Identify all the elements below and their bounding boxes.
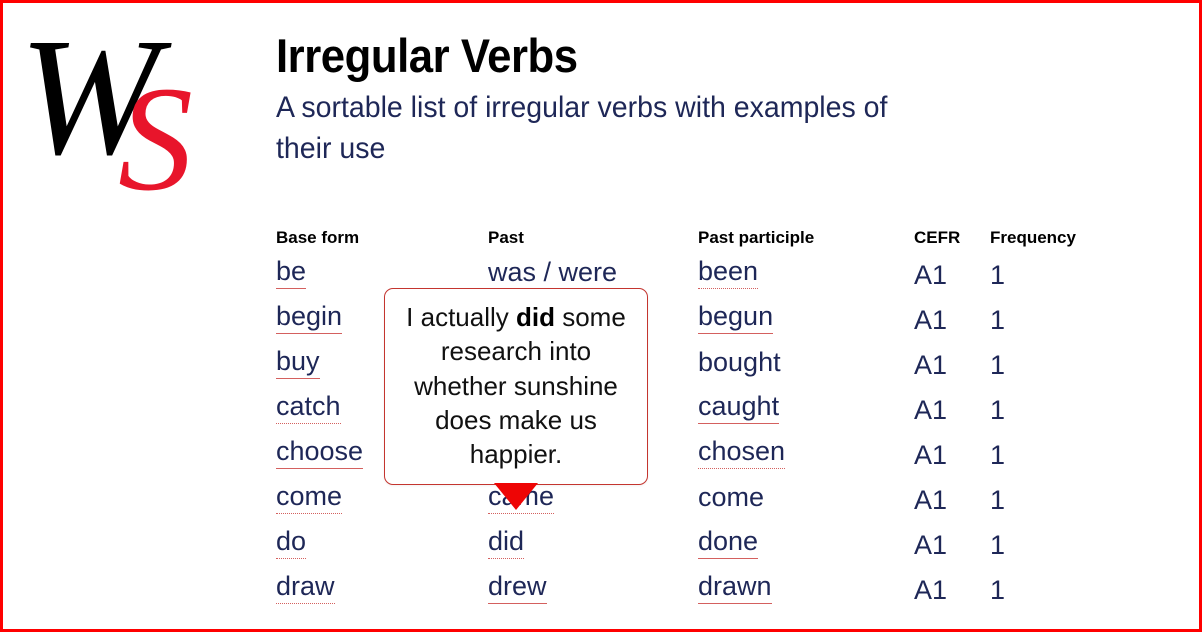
cell-frequency: 1 [990, 303, 1120, 348]
verb-link-base[interactable]: buy [276, 348, 320, 379]
tooltip-arrow-icon [494, 482, 538, 510]
verb-link-past-participle[interactable]: come [698, 484, 764, 514]
cell-frequency: 1 [990, 573, 1120, 618]
cell-frequency: 1 [990, 393, 1120, 438]
cefr-level: A1 [914, 395, 948, 425]
logo-letter-s: S [118, 56, 193, 201]
cell-frequency: 1 [990, 483, 1120, 528]
cell-cefr: A1 [914, 438, 990, 483]
cell-past-participle: done [698, 528, 914, 573]
example-tooltip: I actually did some research into whethe… [384, 288, 648, 510]
cell-cefr: A1 [914, 528, 990, 573]
table-row: come came come A1 1 [276, 483, 1120, 528]
verb-link-base[interactable]: do [276, 528, 307, 559]
verb-link-past-participle[interactable]: bought [698, 349, 781, 379]
cell-frequency: 1 [990, 438, 1120, 483]
verb-link-base[interactable]: choose [276, 438, 364, 469]
verb-link-past[interactable]: drew [488, 573, 547, 604]
cell-base-form: draw [276, 573, 488, 618]
cell-frequency: 1 [990, 528, 1120, 573]
frequency-value: 1 [990, 260, 1006, 290]
verb-link-base[interactable]: draw [276, 573, 335, 604]
cefr-level: A1 [914, 440, 948, 470]
verb-link-past-participle[interactable]: been [698, 258, 759, 289]
cefr-level: A1 [914, 260, 948, 290]
verb-link-past-participle[interactable]: caught [698, 393, 780, 424]
verb-link-base[interactable]: be [276, 258, 307, 289]
page-title: Irregular Verbs [276, 29, 578, 82]
cell-cefr: A1 [914, 393, 990, 438]
cell-cefr: A1 [914, 483, 990, 528]
table-row: draw drew drawn A1 1 [276, 573, 1120, 618]
verb-link-past-participle[interactable]: done [698, 528, 759, 559]
cefr-level: A1 [914, 305, 948, 335]
cell-past-participle: begun [698, 303, 914, 348]
frequency-value: 1 [990, 350, 1006, 380]
column-header-base-form[interactable]: Base form [276, 228, 488, 258]
cell-past-participle: drawn [698, 573, 914, 618]
cell-cefr: A1 [914, 258, 990, 303]
cefr-level: A1 [914, 350, 948, 380]
cell-frequency: 1 [990, 258, 1120, 303]
cefr-level: A1 [914, 530, 948, 560]
cell-past: drew [488, 573, 698, 618]
verb-link-past[interactable]: was / were [488, 259, 617, 289]
ws-logo[interactable]: W S [19, 4, 211, 222]
frequency-value: 1 [990, 485, 1006, 515]
cell-cefr: A1 [914, 348, 990, 393]
verb-link-past[interactable]: did [488, 528, 525, 559]
verb-link-past-participle[interactable]: drawn [698, 573, 772, 604]
verb-link-past-participle[interactable]: begun [698, 303, 774, 334]
ws-logo-svg: W S [19, 4, 193, 222]
verb-link-base[interactable]: come [276, 483, 343, 514]
tooltip-text-bold: did [516, 302, 555, 332]
cell-base-form: come [276, 483, 488, 528]
verb-link-base[interactable]: catch [276, 393, 341, 424]
column-header-cefr[interactable]: CEFR [914, 228, 990, 258]
cell-frequency: 1 [990, 348, 1120, 393]
cell-cefr: A1 [914, 573, 990, 618]
cell-past-participle: been [698, 258, 914, 303]
verb-link-past-participle[interactable]: chosen [698, 438, 786, 469]
cell-past-participle: caught [698, 393, 914, 438]
title-block: Irregular Verbs A sortable list of irreg… [276, 31, 1056, 169]
column-header-frequency[interactable]: Frequency [990, 228, 1120, 258]
tooltip-text-before: I actually [406, 302, 516, 332]
column-header-past-participle[interactable]: Past participle [698, 228, 914, 258]
table-head: Base form Past Past participle CEFR Freq… [276, 228, 1120, 258]
frequency-value: 1 [990, 530, 1006, 560]
cefr-level: A1 [914, 575, 948, 605]
frequency-value: 1 [990, 395, 1006, 425]
frequency-value: 1 [990, 305, 1006, 335]
frequency-value: 1 [990, 575, 1006, 605]
cell-cefr: A1 [914, 303, 990, 348]
cell-past-participle: bought [698, 348, 914, 393]
column-header-past[interactable]: Past [488, 228, 698, 258]
cell-past-participle: come [698, 483, 914, 528]
cell-base-form: do [276, 528, 488, 573]
frequency-value: 1 [990, 440, 1006, 470]
page-frame: W S Irregular Verbs A sortable list of i… [0, 0, 1202, 632]
tooltip-text: I actually did some research into whethe… [397, 300, 635, 472]
cell-past: did [488, 528, 698, 573]
table-header-row: Base form Past Past participle CEFR Freq… [276, 228, 1120, 258]
cefr-level: A1 [914, 485, 948, 515]
page-subtitle: A sortable list of irregular verbs with … [276, 91, 888, 165]
table-row: do did done A1 1 [276, 528, 1120, 573]
verb-link-base[interactable]: begin [276, 303, 343, 334]
cell-past-participle: chosen [698, 438, 914, 483]
page-header: W S Irregular Verbs A sortable list of i… [3, 3, 1199, 222]
